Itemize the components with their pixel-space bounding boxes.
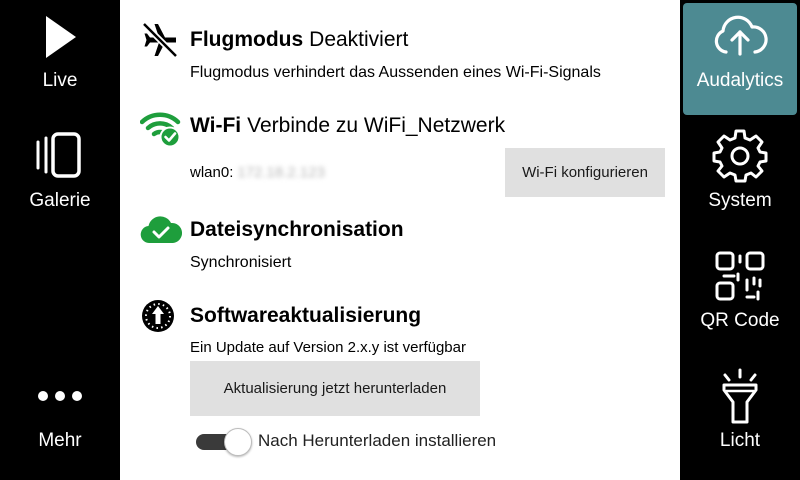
nav-system[interactable]: System <box>680 120 800 235</box>
airplane-off-icon <box>140 20 180 65</box>
nav-live[interactable]: Live <box>0 0 120 115</box>
nav-licht[interactable]: Licht <box>680 360 800 475</box>
auto-install-toggle[interactable] <box>196 428 252 456</box>
wifi-title: Wi-Fi Verbinde zu WiFi_Netzwerk <box>190 114 505 138</box>
nav-mehr-label: Mehr <box>38 430 82 451</box>
wifi-status: Verbinde zu WiFi_Netzwerk <box>247 114 506 137</box>
nav-audalytics-label: Audalytics <box>696 70 784 91</box>
cloud-upload-icon <box>680 12 800 61</box>
more-dots-icon <box>0 386 120 411</box>
airplane-mode-description: Flugmodus verhindert das Aussenden eines… <box>190 64 601 81</box>
download-update-button[interactable]: Aktualisierung jetzt herunterladen <box>190 361 480 416</box>
nav-qr-code[interactable]: QR Code <box>680 240 800 355</box>
wifi-ip-address: 172.18.2.123 <box>237 164 325 181</box>
flashlight-icon <box>680 368 800 431</box>
nav-qr-code-label: QR Code <box>700 310 780 331</box>
software-update-title: Softwareaktualisierung <box>190 304 422 327</box>
qr-code-icon <box>680 250 800 307</box>
nav-galerie-label: Galerie <box>29 190 91 211</box>
wifi-connected-icon <box>139 108 182 153</box>
wifi-heading: Wi-Fi <box>190 114 242 137</box>
nav-audalytics[interactable]: Audalytics <box>680 0 800 115</box>
airplane-mode-status: Deaktiviert <box>309 28 409 51</box>
airplane-mode-heading: Flugmodus <box>190 28 304 51</box>
wifi-ip-row: wlan0: 172.18.2.123 <box>190 164 325 181</box>
cloud-check-icon <box>140 212 183 251</box>
file-sync-title: Dateisynchronisation <box>190 218 404 241</box>
update-arrow-icon <box>140 298 176 339</box>
right-sidebar: Audalytics System QR Code Licht <box>680 0 800 480</box>
auto-install-label: Nach Herunterladen installieren <box>258 431 497 450</box>
nav-licht-label: Licht <box>719 430 761 451</box>
gear-icon <box>680 128 800 189</box>
nav-galerie[interactable]: Galerie <box>0 120 120 235</box>
nav-system-label: System <box>708 190 772 211</box>
play-icon <box>0 14 120 65</box>
left-sidebar: Live Galerie Mehr <box>0 0 120 480</box>
nav-mehr[interactable]: Mehr <box>0 360 120 475</box>
nav-live-label: Live <box>42 70 78 91</box>
wifi-interface-label: wlan0: <box>190 164 234 181</box>
software-update-description: Ein Update auf Version 2.x.y ist verfügb… <box>190 339 466 356</box>
wifi-configure-button[interactable]: Wi-Fi konfigurieren <box>505 148 665 197</box>
gallery-icon <box>0 132 120 187</box>
main-panel: Flugmodus Deaktiviert Flugmodus verhinder… <box>120 0 680 480</box>
toggle-knob <box>224 428 252 456</box>
file-sync-status: Synchronisiert <box>190 254 292 271</box>
airplane-mode-title: Flugmodus Deaktiviert <box>190 28 408 52</box>
